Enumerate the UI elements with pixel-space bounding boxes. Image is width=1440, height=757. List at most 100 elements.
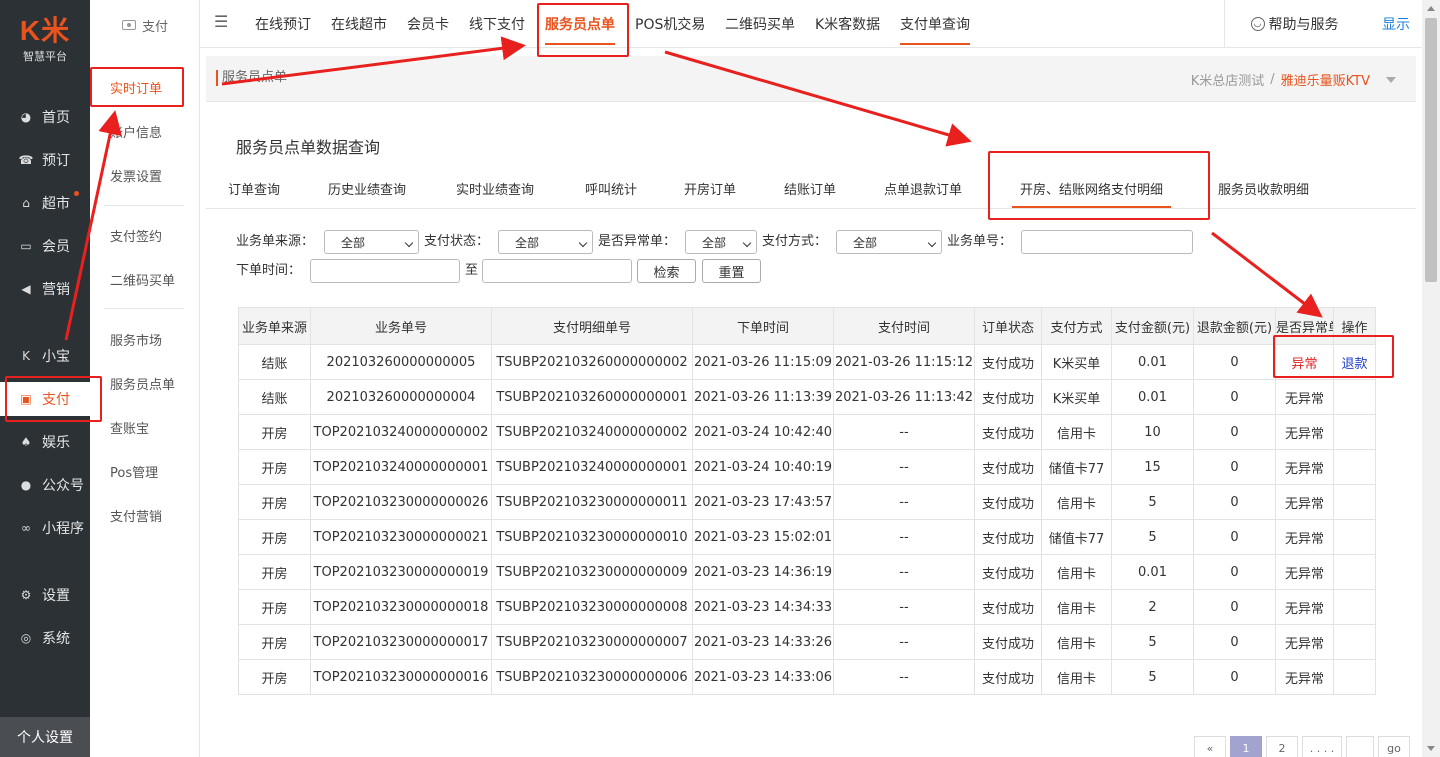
column-header: 下单时间 [692, 307, 834, 345]
abnormal-select[interactable]: 全部 [685, 230, 757, 254]
link-icon: ∞ [21, 521, 31, 535]
table-cell: 无异常 [1275, 449, 1334, 485]
nav-item-label: 预订 [42, 153, 70, 169]
tab-qr-pay[interactable]: 二维码买单 [725, 0, 795, 48]
table-cell: 0 [1193, 344, 1276, 380]
subnav-item-audit[interactable]: 查账宝 [90, 412, 200, 442]
reset-button[interactable]: 重置 [702, 259, 761, 283]
table-cell: 2 [1111, 589, 1194, 625]
page-button-2[interactable]: 2 [1266, 736, 1298, 757]
subnav-item-waiter-order[interactable]: 服务员点单 [90, 368, 200, 398]
order-no-input[interactable] [1021, 230, 1193, 254]
tab-member-card[interactable]: 会员卡 [407, 0, 449, 48]
page-prev-button[interactable]: « [1194, 736, 1226, 757]
table-cell: -- [833, 659, 975, 695]
time-start-input[interactable] [310, 259, 460, 283]
pay-method-select[interactable]: 全部 [836, 230, 942, 254]
table-cell: K米买单 [1041, 344, 1112, 380]
help-button[interactable]: ◡ 帮助与服务 [1224, 0, 1364, 48]
table-cell: TSUBP202103230000000011 [491, 484, 693, 520]
source-select[interactable]: 全部 [324, 230, 419, 254]
tab-refund-orders[interactable]: 点单退款订单 [884, 168, 962, 208]
tab-history-performance[interactable]: 历史业绩查询 [328, 168, 406, 208]
page-jump-input[interactable] [1346, 736, 1374, 757]
tab-label: 服务员收款明细 [1218, 182, 1310, 198]
nav-item-xiaobao[interactable]: K 小宝 [0, 339, 90, 373]
annotation-box-pay-nav [5, 376, 102, 422]
tab-open-room-orders[interactable]: 开房订单 [684, 168, 736, 208]
nav-item-marketing[interactable]: ◀ 营销 [0, 272, 90, 306]
subnav-item-qr-pay[interactable]: 二维码买单 [90, 264, 200, 294]
store-selector[interactable]: K米总店测试 / 雅迪乐量贩KTV [1191, 70, 1396, 89]
subnav-item-pay-sign[interactable]: 支付签约 [90, 220, 200, 250]
search-button[interactable]: 检索 [637, 259, 696, 283]
tab-waiter-collection[interactable]: 服务员收款明细 [1218, 168, 1309, 208]
tab-payment-query[interactable]: 支付单查询 [900, 0, 970, 48]
tab-label: POS机交易 [635, 17, 706, 33]
nav-item-member[interactable]: ▭ 会员 [0, 229, 90, 263]
table-cell: TOP202103230000000019 [310, 554, 492, 590]
scroll-down-icon[interactable] [1427, 746, 1435, 751]
scrollbar-thumb[interactable] [1425, 18, 1437, 282]
table-cell: 0 [1193, 414, 1276, 450]
show-link[interactable]: 显示 [1382, 0, 1410, 48]
nav-item-miniprog[interactable]: ∞ 小程序 [0, 511, 90, 545]
tab-label: K米客数据 [815, 17, 881, 33]
table-cell: 结账 [238, 344, 311, 380]
table-cell: 信用卡 [1041, 484, 1112, 520]
time-end-input[interactable] [482, 259, 632, 283]
personal-settings-button[interactable]: 个人设置 [0, 717, 90, 757]
table-cell: 0 [1193, 449, 1276, 485]
help-label: 帮助与服务 [1268, 17, 1339, 33]
menu-toggle-icon[interactable]: ☰ [214, 14, 230, 30]
table-cell: TSUBP202103240000000002 [491, 414, 693, 450]
scroll-up-icon[interactable] [1427, 6, 1435, 11]
vertical-scrollbar[interactable] [1422, 0, 1440, 757]
tab-kmi-customer-data[interactable]: K米客数据 [815, 0, 880, 48]
tab-online-market[interactable]: 在线超市 [331, 0, 387, 48]
subnav-item-service-market[interactable]: 服务市场 [90, 324, 200, 354]
nav-item-booking[interactable]: ☎ 预订 [0, 143, 90, 177]
nav-item-home[interactable]: ◕ 首页 [0, 100, 90, 134]
table-cell: 5 [1111, 624, 1194, 660]
gear-icon: ⚙ [20, 588, 32, 602]
subnav-item-account-info[interactable]: 账户信息 [90, 116, 200, 146]
table-cell: 信用卡 [1041, 589, 1112, 625]
nav-item-settings[interactable]: ⚙ 设置 [0, 578, 90, 612]
table-cell: 无异常 [1275, 624, 1334, 660]
nav-item-label: 会员 [42, 239, 70, 255]
breadcrumb-current: 服务员点单 [216, 70, 287, 86]
table-cell: 无异常 [1275, 414, 1334, 450]
tab-order-query[interactable]: 订单查询 [228, 168, 280, 208]
table-cell: 5 [1111, 484, 1194, 520]
subnav-item-pos-manage[interactable]: Pos管理 [90, 456, 200, 486]
table-cell: -- [833, 484, 975, 520]
table-cell [1333, 554, 1376, 590]
nav-item-market[interactable]: ⌂ 超市 [0, 186, 90, 220]
to-label: 至 [465, 263, 479, 278]
tab-online-booking[interactable]: 在线预订 [255, 0, 311, 48]
chevron-down-icon[interactable] [1386, 76, 1396, 83]
wallet-icon [121, 20, 136, 30]
column-header: 支付明细单号 [491, 307, 693, 345]
tab-realtime-performance[interactable]: 实时业绩查询 [456, 168, 534, 208]
table-row: 开房 TOP202103230000000017 TSUBP202103230000… [238, 624, 1376, 660]
nav-item-fun[interactable]: ♠ 娱乐 [0, 425, 90, 459]
page-go-button[interactable]: go [1378, 736, 1410, 757]
table-cell: 支付成功 [974, 484, 1042, 520]
table-cell: 开房 [238, 589, 311, 625]
table-cell: 开房 [238, 659, 311, 695]
select-value: 全部 [853, 235, 878, 250]
subnav-item-pay-marketing[interactable]: 支付营销 [90, 500, 200, 530]
tab-label: 结账订单 [784, 182, 837, 198]
subnav-item-invoice-settings[interactable]: 发票设置 [90, 160, 200, 190]
tab-pos-transactions[interactable]: POS机交易 [635, 0, 705, 48]
nav-item-system[interactable]: ◎ 系统 [0, 621, 90, 655]
pay-status-select[interactable]: 全部 [498, 230, 593, 254]
page-button-1[interactable]: 1 [1230, 736, 1262, 757]
tab-call-stats[interactable]: 呼叫统计 [585, 168, 637, 208]
tab-offline-pay[interactable]: 线下支付 [469, 0, 525, 48]
table-cell: 支付成功 [974, 554, 1042, 590]
tab-checkout-orders[interactable]: 结账订单 [784, 168, 836, 208]
nav-item-wechat[interactable]: ● 公众号 [0, 468, 90, 502]
